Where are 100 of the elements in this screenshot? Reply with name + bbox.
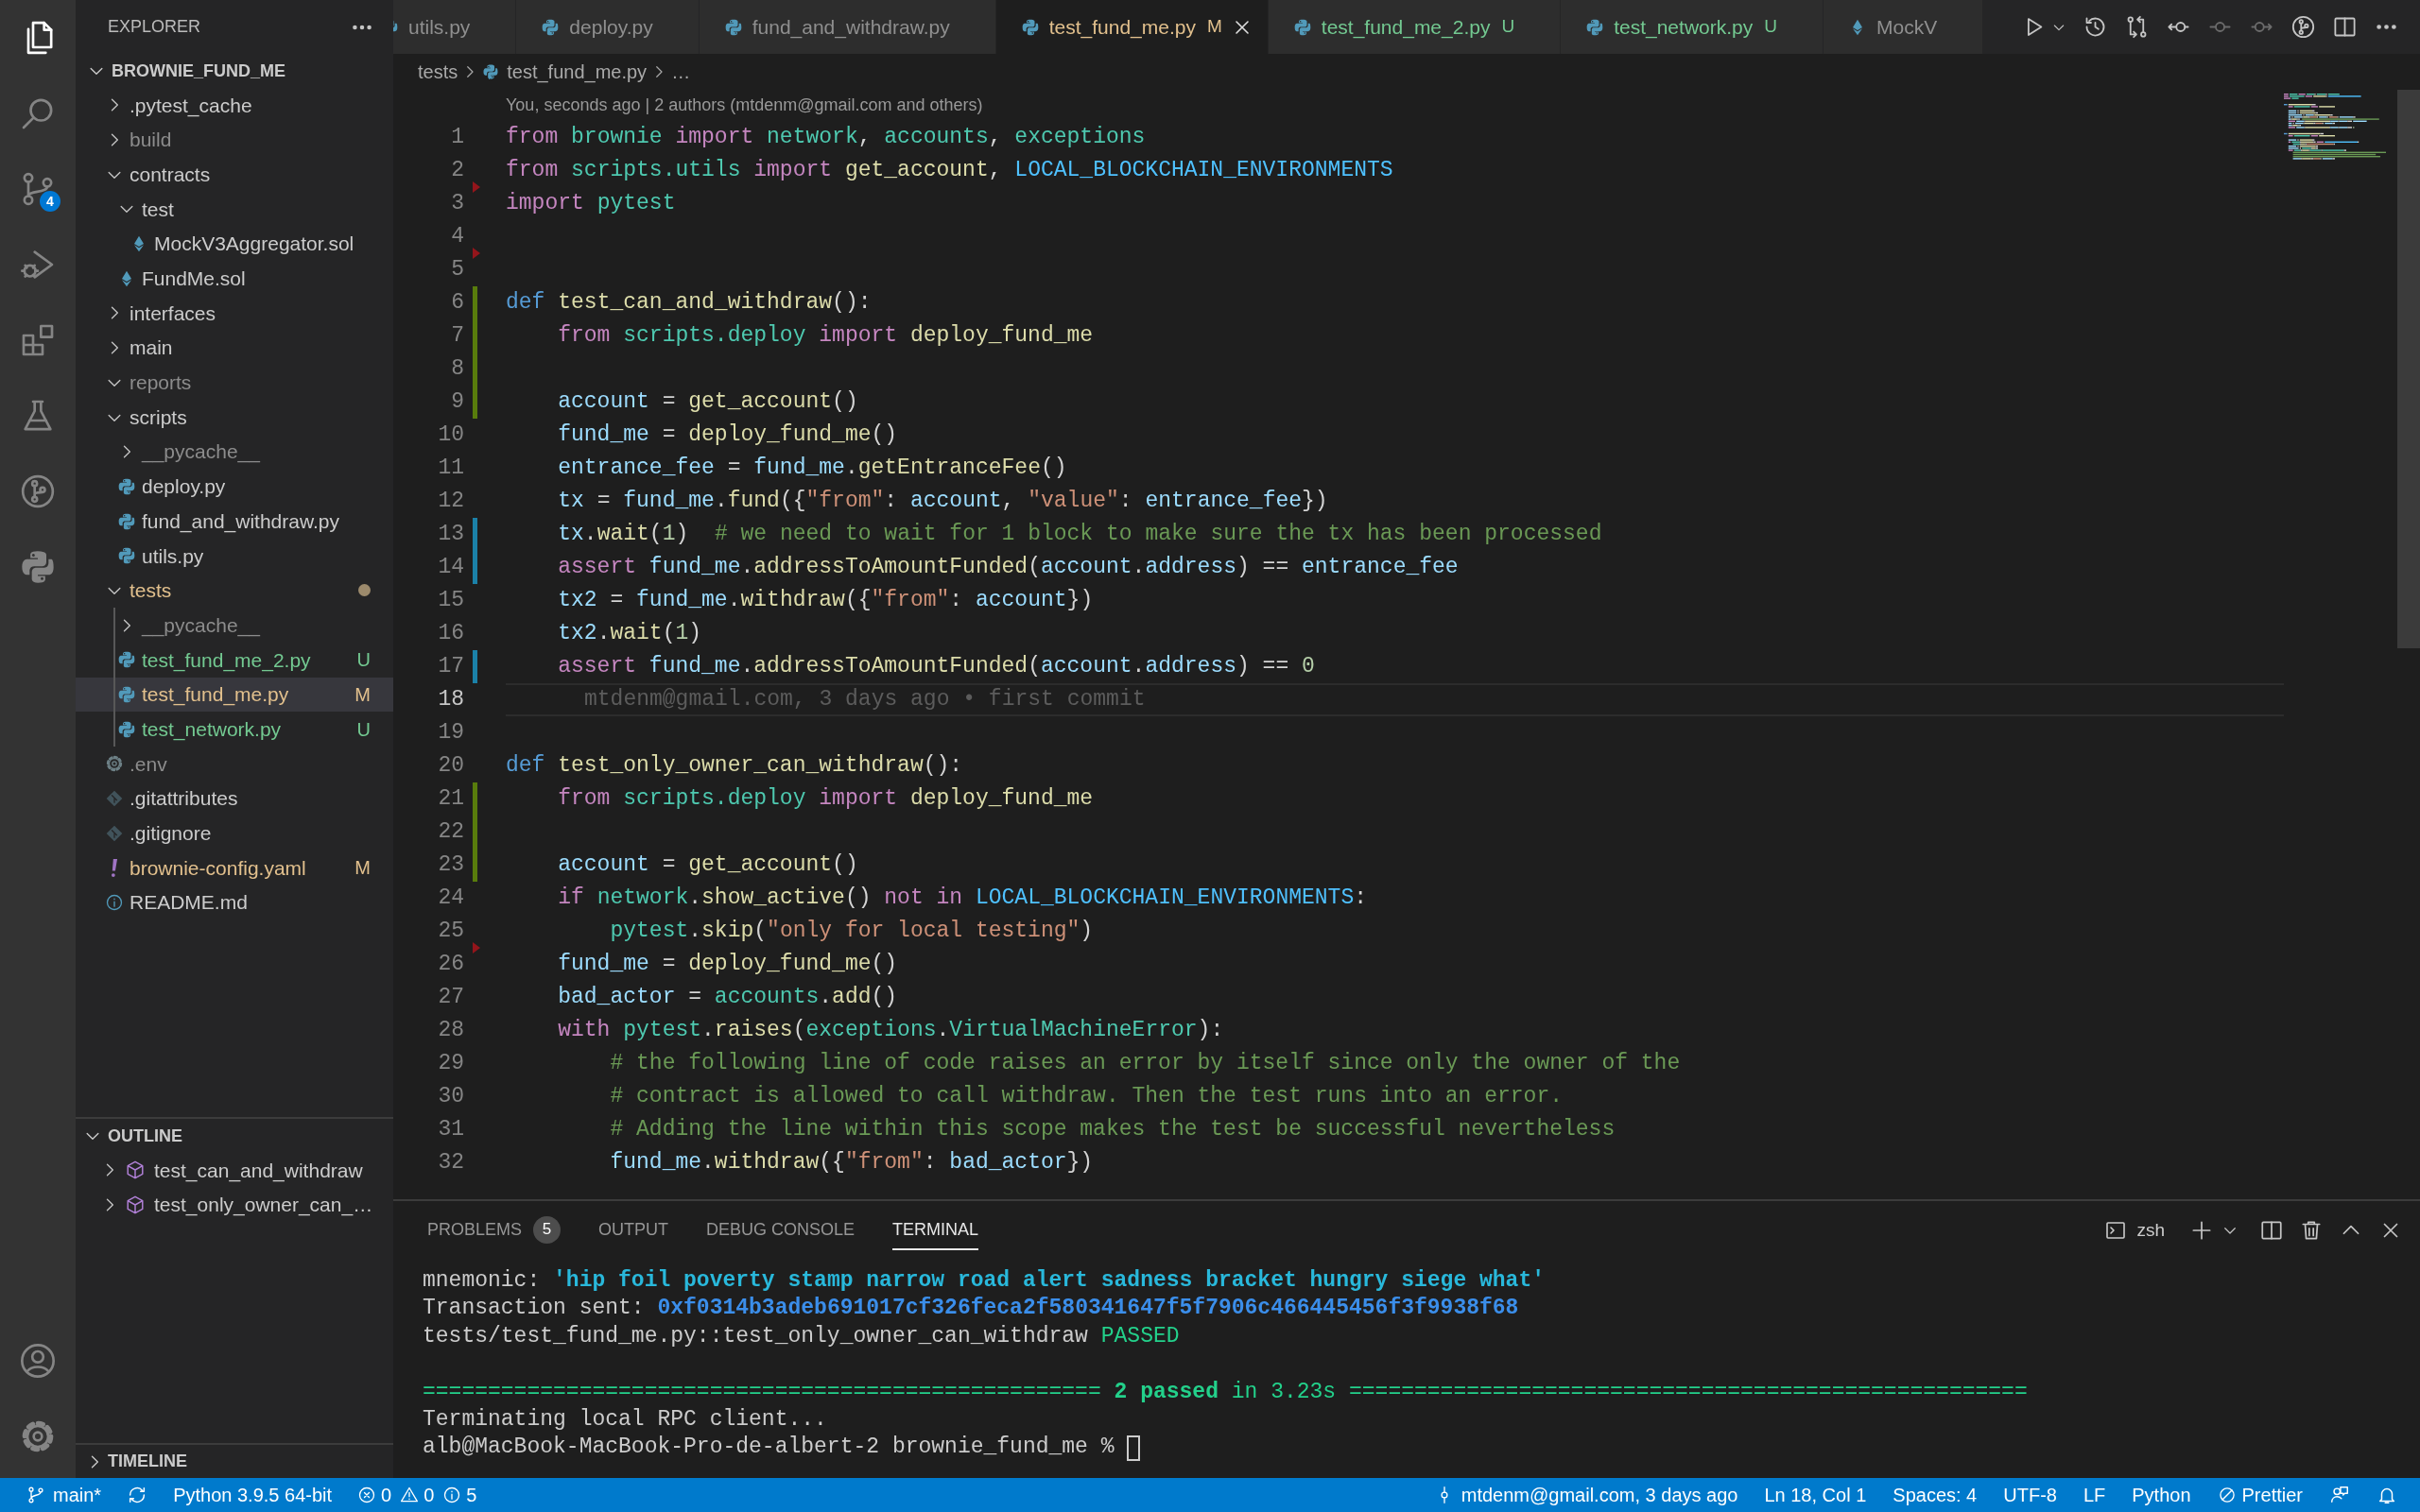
line-number: 9: [450, 388, 464, 416]
blame-status[interactable]: mtdenm@gmail.com, 3 days ago: [1434, 1481, 1738, 1509]
branch-status[interactable]: main*: [26, 1481, 102, 1509]
tree-item[interactable]: .gitignore: [76, 816, 393, 851]
info-icon: [442, 1486, 462, 1504]
editor-tab[interactable]: test_fund_me_2.py U: [1268, 0, 1562, 54]
error-icon: [357, 1486, 377, 1504]
editor-tab[interactable]: utils.py: [393, 0, 517, 54]
tree-item[interactable]: __pycache__: [76, 608, 393, 643]
panel-tab[interactable]: PROBLEMS 5: [427, 1211, 562, 1250]
tree-item[interactable]: README.md: [76, 885, 393, 920]
editor-tab[interactable]: MockV: [1823, 0, 1984, 54]
terminal-selector[interactable]: zsh: [2104, 1216, 2165, 1245]
editor-tab[interactable]: fund_and_withdraw.py: [699, 0, 996, 54]
panel-tab[interactable]: TERMINAL: [892, 1211, 979, 1250]
tree-item[interactable]: .gitattributes: [76, 781, 393, 816]
status-item[interactable]: Python: [2132, 1481, 2191, 1509]
code-line: bad_actor = accounts.add(): [557, 984, 898, 1012]
code-line: assert fund_me.addressToAmountFunded(account.address) == entrance_fee: [557, 554, 1459, 582]
tree-item[interactable]: test_network.py U: [76, 712, 393, 747]
line-number: 12: [437, 488, 464, 515]
tree-item[interactable]: main: [76, 330, 393, 366]
line-number: 29: [437, 1050, 464, 1077]
line-number: 26: [437, 951, 464, 978]
python-logo-icon[interactable]: [19, 548, 57, 586]
tree-item[interactable]: contracts: [76, 157, 393, 193]
split-icon[interactable]: [2259, 1218, 2284, 1243]
terminal-line: ==================================================== 2 passed in 3.23s ====================================================: [423, 1378, 2028, 1406]
git-status-letter: U: [1764, 15, 1777, 39]
code-line: tx = fund_me.fund({"from": account, "value": entrance_fee}): [557, 488, 1328, 516]
panel-tab[interactable]: OUTPUT: [598, 1211, 669, 1250]
code-line: # the following line of code raises an error by itself since only the owner of the: [609, 1050, 1681, 1078]
tree-item[interactable]: tests: [76, 573, 393, 609]
editor-tab[interactable]: test_fund_me.py M: [995, 0, 1269, 54]
tree-item[interactable]: test_fund_me_2.py U: [76, 643, 393, 678]
line-number: 8: [450, 355, 464, 383]
tree-item[interactable]: FundMe.sol: [76, 261, 393, 297]
trash-icon[interactable]: [2299, 1218, 2324, 1243]
code-line: from brownie import network, accounts, exceptions: [506, 124, 1146, 152]
code-line: tx2 = fund_me.withdraw({"from": account}): [557, 587, 1094, 615]
breadcrumb[interactable]: tests: [418, 58, 458, 86]
terminal-cursor: [1127, 1435, 1141, 1461]
git-file-icon: [105, 789, 124, 809]
line-number: 2: [450, 157, 464, 184]
tree-item[interactable]: .env: [76, 747, 393, 782]
codelens-text[interactable]: You, seconds ago | 2 authors (mtdenm@gmail.com and others): [506, 93, 983, 118]
status-item[interactable]: Ln 18, Col 1: [1764, 1481, 1867, 1509]
status-item[interactable]: UTF-8: [2003, 1481, 2057, 1509]
line-number: 11: [437, 455, 464, 482]
git-status-letter: U: [356, 648, 371, 673]
problems-status[interactable]: 0 0 5: [357, 1481, 477, 1509]
editor-tab[interactable]: deploy.py: [516, 0, 700, 54]
tree-item[interactable]: reports: [76, 365, 393, 401]
outline-header[interactable]: OUTLINE: [76, 1119, 393, 1153]
status-item[interactable]: Python 3.9.5 64-bit: [173, 1481, 333, 1509]
outline-item[interactable]: test_can_and_withdraw: [76, 1153, 393, 1188]
tree-item[interactable]: scripts: [76, 400, 393, 435]
line-number: 10: [437, 421, 464, 449]
folder-header[interactable]: BROWNIE_FUND_ME: [76, 54, 393, 88]
terminal-line: alb@MacBook-MacBook-Pro-de-albert-2 brownie_fund_me %: [423, 1434, 1115, 1462]
minimap[interactable]: [2284, 94, 2388, 162]
status-item[interactable]: LF: [2083, 1481, 2106, 1509]
tree-item[interactable]: MockV3Aggregator.sol: [76, 226, 393, 262]
code-line: account = get_account(): [557, 851, 858, 880]
git-file-icon: [105, 823, 124, 843]
cube-icon: [125, 1160, 146, 1181]
breadcrumb[interactable]: …: [671, 58, 691, 86]
tree-item[interactable]: build: [76, 122, 393, 158]
git-graph-icon[interactable]: [2290, 14, 2316, 40]
scrollbar-thumb[interactable]: [2397, 90, 2420, 648]
terminal-line: Terminating local RPC client...: [423, 1405, 827, 1434]
tree-item[interactable]: test: [76, 192, 393, 227]
line-number: 19: [437, 719, 464, 747]
git-status-letter: M: [354, 856, 371, 881]
tree-item[interactable]: deploy.py: [76, 469, 393, 505]
status-item[interactable]: Spaces: 4: [1893, 1481, 1978, 1509]
info-icon: [105, 893, 124, 913]
editor-tab[interactable]: test_network.py U: [1561, 0, 1824, 54]
tree-item[interactable]: utils.py: [76, 538, 393, 574]
panel-tab[interactable]: DEBUG CONSOLE: [706, 1211, 856, 1250]
tree-item[interactable]: fund_and_withdraw.py: [76, 504, 393, 539]
feedback-icon[interactable]: [2329, 1485, 2350, 1505]
code-line: fund_me = deploy_fund_me(): [557, 951, 898, 979]
line-number: 24: [437, 885, 464, 912]
tree-item[interactable]: interfaces: [76, 296, 393, 331]
terminal-line: mnemonic: 'hip foil poverty stamp narrow road alert sadness bracket hungry siege what': [423, 1267, 1545, 1295]
line-number: 25: [437, 918, 464, 945]
outline-item[interactable]: test_only_owner_can_…: [76, 1187, 393, 1223]
tree-item[interactable]: brownie-config.yaml M: [76, 850, 393, 885]
account-icon[interactable]: [19, 1342, 57, 1380]
tree-item[interactable]: __pycache__: [76, 434, 393, 470]
tree-item[interactable]: test_fund_me.py M: [76, 677, 393, 713]
code-line: fund_me.withdraw({"from": bad_actor}): [609, 1149, 1094, 1177]
tree-item[interactable]: .pytest_cache: [76, 88, 393, 123]
code-line: tx.wait(1) # we need to wait for 1 block to make sure the tx has been processed: [557, 521, 1602, 549]
breadcrumb[interactable]: test_fund_me.py: [482, 58, 648, 86]
prettier-status[interactable]: Prettier: [2217, 1481, 2303, 1509]
line-number: 20: [437, 752, 464, 780]
gear-icon: [105, 754, 124, 774]
branch-icon: [26, 1486, 45, 1504]
